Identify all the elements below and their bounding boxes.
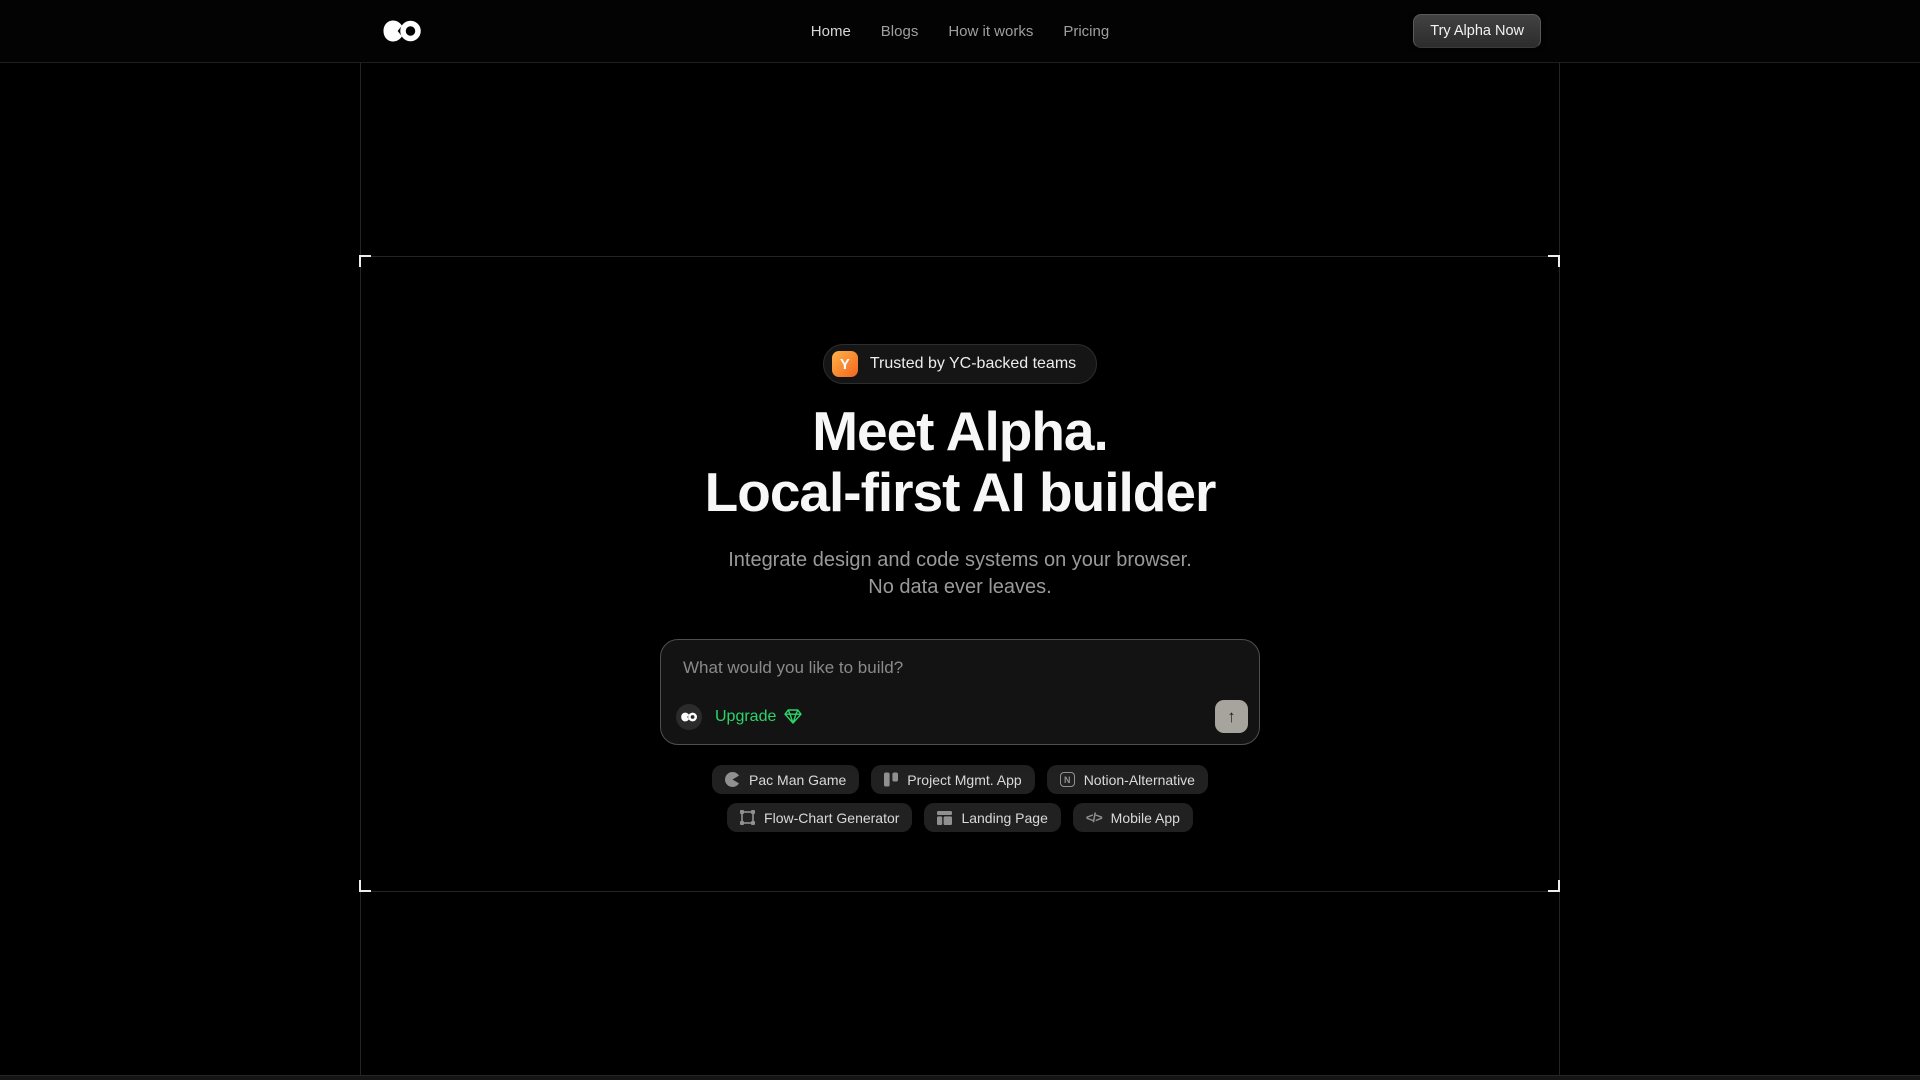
top-nav: Home Blogs How it works Pricing Try Alph… — [0, 0, 1920, 63]
trust-badge-label: Trusted by YC-backed teams — [870, 355, 1076, 373]
gem-icon — [784, 709, 802, 724]
arrow-up-icon: ↑ — [1227, 708, 1236, 725]
upgrade-label: Upgrade — [715, 708, 776, 726]
trust-badge: Y Trusted by YC-backed teams — [823, 344, 1097, 384]
kanban-icon — [884, 772, 898, 787]
nav-link-home[interactable]: Home — [811, 23, 851, 40]
chip-pac-man-game[interactable]: Pac Man Game — [712, 765, 859, 794]
title-line-1: Meet Alpha. — [812, 400, 1108, 462]
layout-icon — [937, 811, 952, 825]
infinity-icon — [681, 712, 697, 722]
nav-link-pricing[interactable]: Pricing — [1063, 23, 1109, 40]
chip-mobile-app[interactable]: </> Mobile App — [1073, 803, 1193, 832]
chip-label: Mobile App — [1111, 810, 1180, 826]
notion-icon: N — [1060, 772, 1075, 787]
prompt-input[interactable] — [661, 640, 1259, 692]
y-combinator-icon: Y — [832, 351, 858, 377]
page-title: Meet Alpha. Local-first AI builder — [705, 401, 1216, 523]
nav-link-how-it-works[interactable]: How it works — [948, 23, 1033, 40]
try-alpha-now-button[interactable]: Try Alpha Now — [1413, 14, 1541, 48]
chip-flow-chart-generator[interactable]: Flow-Chart Generator — [727, 803, 912, 832]
chip-project-mgmt-app[interactable]: Project Mgmt. App — [871, 765, 1034, 794]
chip-notion-alternative[interactable]: N Notion-Alternative — [1047, 765, 1208, 794]
page-subtitle: Integrate design and code systems on you… — [728, 547, 1192, 601]
prompt-box: Upgrade ↑ — [660, 639, 1260, 745]
infinity-logo[interactable] — [383, 20, 421, 42]
next-section-edge — [0, 1075, 1920, 1080]
frame-icon — [740, 810, 755, 825]
subtitle-line-2: No data ever leaves. — [868, 576, 1051, 598]
chip-label: Pac Man Game — [749, 772, 846, 788]
title-line-2: Local-first AI builder — [705, 461, 1216, 523]
chip-label: Flow-Chart Generator — [764, 810, 899, 826]
subtitle-line-1: Integrate design and code systems on you… — [728, 549, 1192, 571]
nav-link-blogs[interactable]: Blogs — [881, 23, 919, 40]
hero-section: Y Trusted by YC-backed teams Meet Alpha.… — [360, 63, 1560, 832]
suggestion-chips-row-2: Flow-Chart Generator Landing Page </> Mo… — [727, 803, 1193, 832]
crop-mark-bottom-left — [359, 880, 371, 892]
prompt-footer-left: Upgrade — [676, 704, 802, 730]
model-logo-badge — [676, 704, 702, 730]
frame-line-bottom — [360, 891, 1560, 892]
prompt-footer: Upgrade ↑ — [676, 700, 1248, 733]
chip-landing-page[interactable]: Landing Page — [924, 803, 1060, 832]
chip-label: Notion-Alternative — [1084, 772, 1195, 788]
pacman-icon — [725, 772, 740, 787]
upgrade-link[interactable]: Upgrade — [715, 708, 802, 726]
infinity-logo-icon — [383, 20, 421, 42]
suggestion-chips-row-1: Pac Man Game Project Mgmt. App N Notion-… — [712, 765, 1208, 794]
chip-label: Project Mgmt. App — [907, 772, 1021, 788]
crop-mark-bottom-right — [1548, 880, 1560, 892]
nav-links: Home Blogs How it works Pricing — [811, 23, 1109, 40]
submit-prompt-button[interactable]: ↑ — [1215, 700, 1248, 733]
chip-label: Landing Page — [961, 810, 1047, 826]
code-icon: </> — [1086, 810, 1102, 825]
